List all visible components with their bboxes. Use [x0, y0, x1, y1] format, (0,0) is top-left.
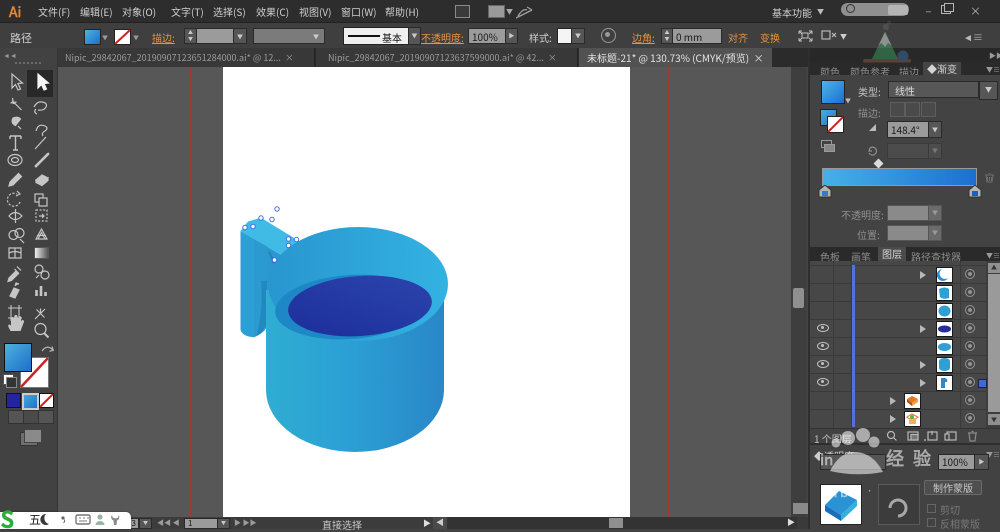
svg-text:五: 五	[29, 511, 41, 528]
svg-text:in: in	[820, 449, 833, 470]
svg-text:S: S	[1, 510, 14, 529]
svg-text:an b: an b	[822, 482, 848, 501]
svg-text:经验: 经验	[886, 445, 940, 471]
